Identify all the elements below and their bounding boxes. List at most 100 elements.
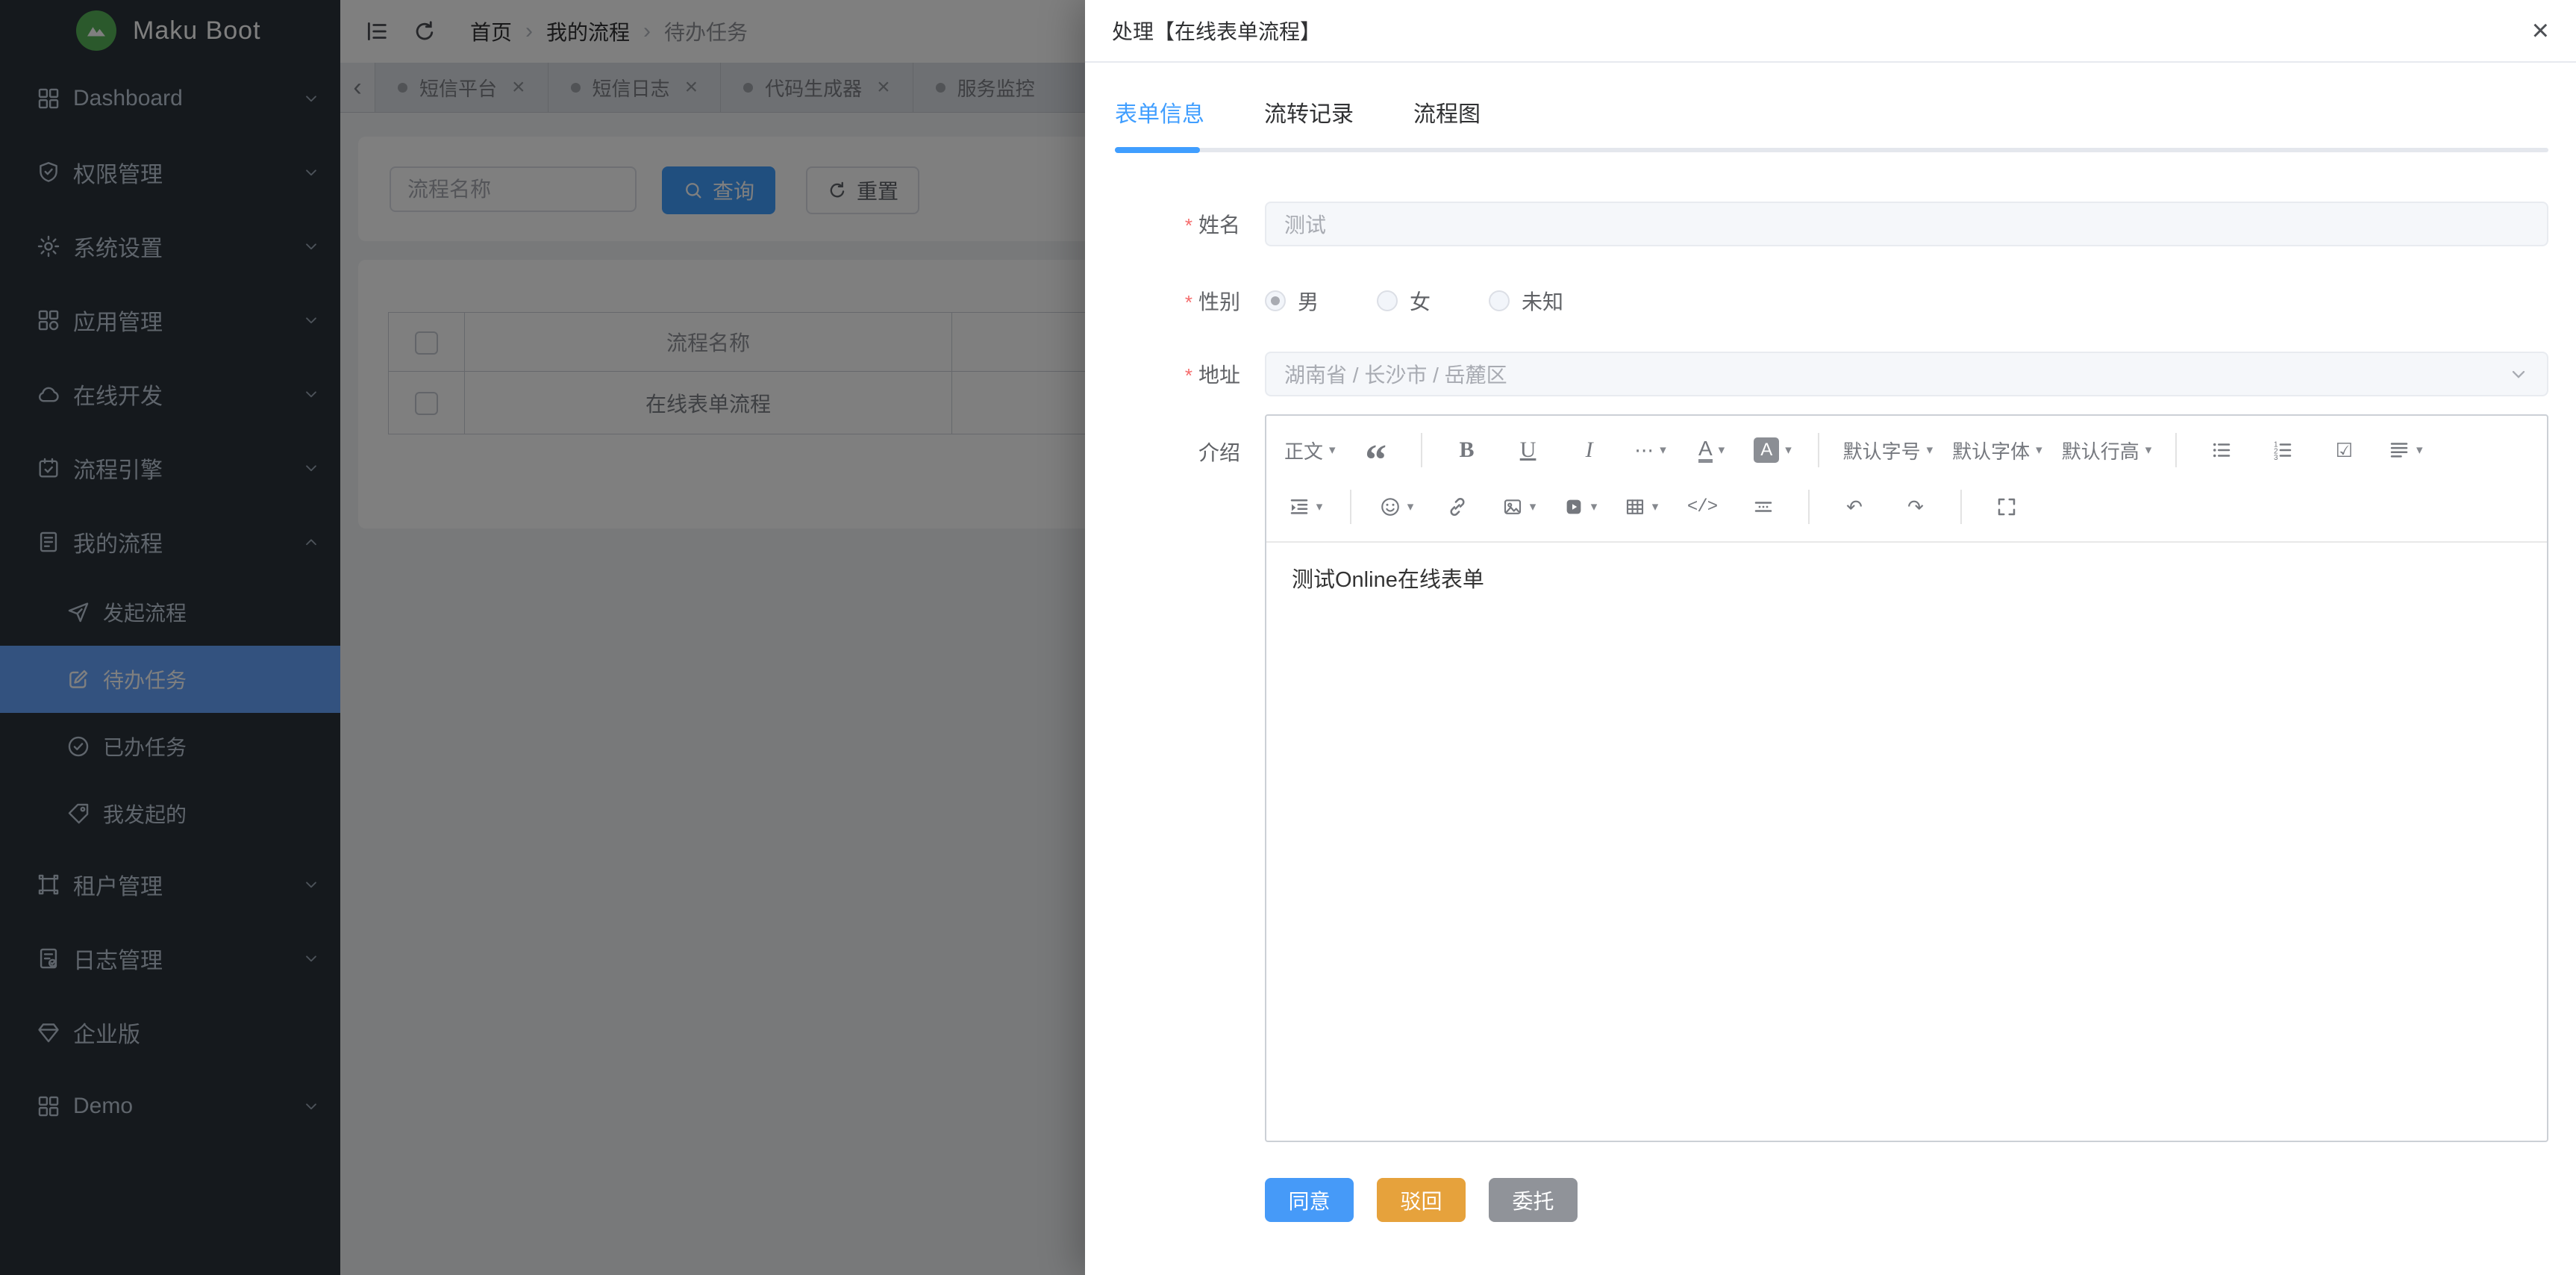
- form-row-name: *姓名 测试: [1112, 202, 2548, 246]
- link-icon[interactable]: [1429, 486, 1486, 528]
- drawer-tab[interactable]: 流程图: [1413, 96, 1481, 149]
- radio-label: 未知: [1522, 286, 1563, 316]
- caret-down-icon: ▾: [1329, 443, 1336, 458]
- underline-icon[interactable]: U: [1500, 429, 1557, 471]
- required-asterisk: *: [1185, 214, 1192, 237]
- radio-button: [1489, 290, 1510, 311]
- ordered-list-icon[interactable]: 123: [2254, 429, 2311, 471]
- italic-icon-glyph: I: [1586, 437, 1593, 463]
- toolbar-separator: [2175, 433, 2177, 467]
- caret-down-icon: ▾: [1530, 499, 1536, 514]
- divider-icon[interactable]: [1735, 486, 1792, 528]
- bg-color-icon[interactable]: A▾: [1745, 429, 1801, 471]
- fullscreen-icon: [1995, 496, 2018, 518]
- bullet-list-icon: [2210, 439, 2233, 461]
- font-size-select[interactable]: 默认字号 ▾: [1836, 429, 1941, 471]
- code-icon[interactable]: </>: [1674, 486, 1731, 528]
- toolbar-separator: [1818, 433, 1819, 467]
- indent-icon[interactable]: ▾: [1277, 486, 1334, 528]
- table-icon: [1624, 496, 1646, 518]
- redo-icon-glyph: ↷: [1907, 496, 1924, 519]
- caret-down-icon: ▾: [2416, 443, 2423, 458]
- bullet-list-icon[interactable]: [2193, 429, 2250, 471]
- drawer-header: 处理【在线表单流程】 ×: [1085, 0, 2576, 63]
- caret-down-icon: ▾: [1591, 499, 1598, 514]
- caret-down-icon: ▾: [1660, 443, 1666, 458]
- form-row-address: *地址 湖南省 / 长沙市 / 岳麓区: [1112, 352, 2548, 396]
- editor-content[interactable]: 测试Online在线表单: [1266, 543, 2547, 613]
- underline-icon-glyph: U: [1520, 437, 1536, 463]
- radio-button: [1377, 290, 1398, 311]
- form-row-intro: 介绍 正文▾“BUI⋯▾A▾A▾默认字号▾默认字体▾默认行高▾123☑▾ ▾▾▾…: [1112, 414, 2548, 1142]
- caret-down-icon: ▾: [1785, 443, 1792, 458]
- radio-label: 女: [1410, 286, 1431, 316]
- bold-icon[interactable]: B: [1439, 429, 1495, 471]
- redo-icon[interactable]: ↷: [1887, 486, 1944, 528]
- bold-icon-glyph: B: [1460, 437, 1475, 463]
- video-icon: [1563, 496, 1585, 518]
- fullscreen-icon[interactable]: [1978, 486, 2035, 528]
- radio-label: 男: [1298, 286, 1319, 316]
- italic-icon[interactable]: I: [1561, 429, 1618, 471]
- drawer-tab[interactable]: 流转记录: [1264, 96, 1354, 149]
- todo-list-icon[interactable]: ☑: [2316, 429, 2372, 471]
- gender-option: 女: [1377, 286, 1431, 316]
- delegate-button[interactable]: 委托: [1489, 1178, 1578, 1222]
- quote-icon[interactable]: “: [1348, 420, 1404, 481]
- line-height-select-label: 默认行高: [2062, 437, 2139, 464]
- font-color-icon-glyph: A: [1698, 437, 1713, 463]
- toolbar-separator: [1350, 490, 1351, 524]
- video-icon[interactable]: ▾: [1551, 486, 1608, 528]
- toolbar-separator: [1421, 433, 1422, 467]
- form-row-gender: * 性别 男 女 未知: [1112, 281, 2548, 321]
- drawer-close-icon[interactable]: ×: [2532, 16, 2549, 46]
- gender-option: 未知: [1489, 286, 1563, 316]
- emoji-icon: [1379, 496, 1401, 518]
- align-icon: [2388, 439, 2410, 461]
- caret-down-icon: ▾: [1719, 443, 1725, 458]
- more-styles-icon[interactable]: ⋯▾: [1622, 429, 1679, 471]
- tabs-active-bar: [1115, 147, 1200, 153]
- drawer-title: 处理【在线表单流程】: [1112, 16, 1321, 46]
- undo-icon[interactable]: ↶: [1826, 486, 1883, 528]
- caret-down-icon: ▾: [1652, 499, 1659, 514]
- align-icon[interactable]: ▾: [2377, 429, 2433, 471]
- more-styles-icon-glyph: ⋯: [1634, 439, 1654, 462]
- process-drawer: 处理【在线表单流程】 × 表单信息流转记录流程图 *姓名 测试 *性别 男女未知…: [1085, 0, 2576, 1275]
- gender-option: 男: [1265, 286, 1319, 316]
- toolbar-separator: [1960, 490, 1962, 524]
- tabs-track: [1115, 148, 2548, 152]
- divider-icon: [1752, 496, 1775, 518]
- chevron-down-icon: [2508, 364, 2529, 384]
- font-size-select-label: 默认字号: [1843, 437, 1921, 464]
- caret-down-icon: ▾: [2036, 443, 2042, 458]
- caret-down-icon: ▾: [1407, 499, 1414, 514]
- font-color-icon[interactable]: A▾: [1684, 429, 1740, 471]
- address-cascader: 湖南省 / 长沙市 / 岳麓区: [1265, 352, 2548, 396]
- drawer-tab[interactable]: 表单信息: [1115, 96, 1204, 149]
- required-asterisk: *: [1185, 291, 1192, 314]
- toolbar-separator: [1808, 490, 1810, 524]
- rich-text-editor: 正文▾“BUI⋯▾A▾A▾默认字号▾默认字体▾默认行高▾123☑▾ ▾▾▾▾▾<…: [1265, 414, 2548, 1142]
- emoji-icon[interactable]: ▾: [1368, 486, 1425, 528]
- caret-down-icon: ▾: [1316, 499, 1323, 514]
- line-height-select[interactable]: 默认行高▾: [2054, 429, 2160, 471]
- name-label: 姓名: [1198, 213, 1240, 237]
- image-icon[interactable]: ▾: [1490, 486, 1547, 528]
- link-icon: [1446, 496, 1469, 518]
- indent-icon: [1288, 496, 1310, 518]
- address-label: 地址: [1198, 364, 1240, 387]
- font-family-select-label: 默认字体: [1952, 437, 2030, 464]
- approve-button[interactable]: 同意: [1265, 1178, 1354, 1222]
- editor-toolbar: 正文▾“BUI⋯▾A▾A▾默认字号▾默认字体▾默认行高▾123☑▾ ▾▾▾▾▾<…: [1266, 416, 2547, 543]
- intro-label: 介绍: [1198, 441, 1240, 464]
- todo-list-icon-glyph: ☑: [2336, 439, 2353, 462]
- heading-select[interactable]: 正文▾: [1277, 429, 1343, 471]
- caret-down-icon: ▾: [1927, 443, 1933, 458]
- ordered-list-icon: 123: [2272, 439, 2294, 461]
- font-family-select[interactable]: 默认字体 ▾: [1945, 429, 2050, 471]
- table-icon[interactable]: ▾: [1613, 486, 1669, 528]
- reject-button[interactable]: 驳回: [1377, 1178, 1466, 1222]
- svg-text:3: 3: [2274, 454, 2278, 461]
- gender-label: 性别: [1198, 290, 1240, 314]
